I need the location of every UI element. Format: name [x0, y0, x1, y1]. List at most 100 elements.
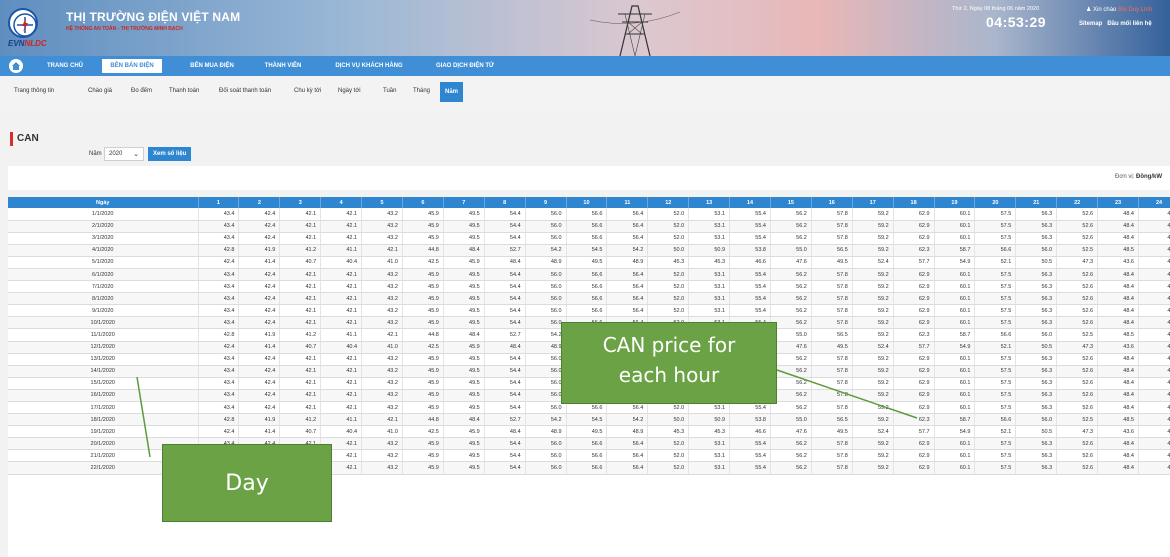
price-cell: 55.0: [770, 244, 812, 257]
nav-buyer[interactable]: BÊN MUA ĐIỆN: [180, 56, 244, 76]
price-cell: 54.2: [606, 413, 649, 427]
price-cell: 56.0: [525, 304, 567, 318]
price-cell: 43.4: [198, 304, 240, 318]
price-cell: 56.6: [566, 280, 608, 294]
price-cell: 56.2: [770, 220, 812, 233]
price-cell: 60.1: [934, 220, 976, 233]
price-cell: 56.5: [811, 413, 853, 427]
evn-logo[interactable]: [8, 8, 38, 38]
year-label: Năm: [89, 151, 102, 157]
price-cell: 45.9: [402, 377, 444, 390]
tab-month[interactable]: Tháng: [413, 88, 430, 94]
price-cell: 57.7: [893, 425, 935, 439]
price-cell: 59.2: [852, 304, 894, 318]
price-cell: 49.5: [566, 256, 608, 269]
contact-link[interactable]: Đầu mối liên hệ: [1107, 21, 1151, 27]
price-cell: 57.8: [811, 232, 853, 245]
price-cell: 45.3: [688, 425, 731, 439]
price-cell: 42.4: [238, 389, 281, 403]
tab-week[interactable]: Tuần: [383, 88, 396, 94]
price-cell: 43.4: [198, 353, 240, 366]
site-title: THỊ TRƯỜNG ĐIỆN VIỆT NAM: [66, 10, 241, 24]
price-cell: 50.9: [688, 244, 731, 257]
price-cell: 42.4: [198, 341, 240, 354]
price-cell: 45.9: [402, 268, 444, 282]
tab-payment[interactable]: Thanh toán: [169, 88, 199, 94]
table-row: 19/1/2020 42.4 41.4 40.7 40.4 41.0 42.5 45.9 48.…: [8, 425, 1170, 439]
price-cell: 42.4: [238, 292, 281, 306]
price-cell: 45.3: [647, 425, 690, 439]
sitemap-link[interactable]: Sitemap: [1079, 21, 1102, 27]
price-cell: 45.: [1138, 220, 1170, 233]
column-header-hour: 14: [729, 197, 771, 208]
nav-members[interactable]: THÀNH VIÊN: [252, 56, 314, 76]
nav-home[interactable]: TRANG CHỦ: [38, 56, 92, 76]
price-cell: 42.1: [279, 353, 322, 366]
price-cell: 57.8: [811, 268, 853, 282]
price-cell: 57.8: [811, 449, 853, 463]
price-cell: 54.9: [934, 341, 976, 354]
price-cell: 40.4: [320, 256, 363, 269]
price-cell: 45.9: [402, 232, 444, 245]
tab-bidding[interactable]: Chào giá: [88, 88, 112, 94]
price-cell: 57.5: [974, 401, 1017, 415]
price-cell: 44.8: [402, 328, 444, 342]
price-cell: 54.4: [484, 401, 526, 415]
price-cell: 56.6: [974, 413, 1017, 427]
price-cell: 52.4: [852, 256, 894, 269]
price-cell: 40.4: [320, 425, 363, 439]
date-cell: 4/1/2020: [8, 244, 199, 257]
price-cell: 45.: [1138, 377, 1170, 390]
price-cell: 42.1: [320, 268, 363, 282]
price-cell: 57.5: [974, 220, 1017, 233]
nav-seller[interactable]: BÊN BÁN ĐIỆN: [102, 59, 162, 73]
tab-metering[interactable]: Đo đếm: [131, 88, 152, 94]
price-cell: 57.5: [974, 353, 1017, 366]
price-cell: 45.9: [402, 316, 444, 330]
price-cell: 57.5: [974, 304, 1017, 318]
price-cell: 58.7: [934, 328, 976, 342]
price-cell: 59.2: [852, 353, 894, 366]
price-cell: 62.9: [893, 353, 935, 366]
price-cell: 56.6: [566, 461, 608, 475]
price-cell: 56.0: [525, 280, 567, 294]
price-cell: 41.0: [361, 341, 403, 354]
price-cell: 49.5: [811, 256, 853, 269]
tab-year[interactable]: Năm: [440, 82, 464, 102]
price-cell: 62.9: [893, 365, 935, 378]
column-header-hour: 1: [198, 197, 240, 208]
view-data-button[interactable]: Xem số liệu: [148, 147, 192, 161]
price-cell: 52.6: [1056, 377, 1099, 390]
price-cell: 48.4: [1097, 304, 1139, 318]
price-cell: 42.1: [279, 220, 322, 233]
tab-next-cycle[interactable]: Chu kỳ tới: [294, 88, 321, 94]
price-cell: 60.1: [934, 292, 976, 306]
column-header-hour: 18: [893, 197, 935, 208]
year-select[interactable]: 2020 ⌄: [104, 147, 144, 161]
site-subtitle: HỆ THỐNG AN TOÀN - THỊ TRƯỜNG MINH BẠCH: [66, 26, 183, 32]
user-name[interactable]: Bùi Duy Linh: [1118, 7, 1152, 13]
tab-next-day[interactable]: Ngày tới: [338, 88, 361, 94]
price-cell: 49.5: [443, 208, 485, 221]
price-cell: 56.3: [1015, 268, 1058, 282]
nav-customer-service[interactable]: DỊCH VỤ KHÁCH HÀNG: [324, 56, 414, 76]
column-header-hour: 12: [647, 197, 690, 208]
price-cell: 48.4: [1097, 449, 1139, 463]
price-cell: 41.4: [238, 256, 281, 269]
price-cell: 59.2: [852, 316, 894, 330]
price-cell: 60.1: [934, 316, 976, 330]
price-cell: 48.9: [525, 425, 567, 439]
price-cell: 60.1: [934, 437, 976, 451]
price-cell: 56.0: [525, 316, 567, 330]
price-cell: 48.4: [1097, 316, 1139, 330]
nav-e-trading[interactable]: GIAO DỊCH ĐIỆN TỬ: [424, 56, 506, 76]
table-header-row: Ngày 1 2 3 4 5 6 7 8 9 10 11 12 13 14 15 16 17 18 19 20 21 22 2…: [8, 197, 1170, 208]
price-cell: 43.2: [361, 449, 403, 463]
price-cell: 52.6: [1056, 461, 1099, 475]
home-button[interactable]: [9, 59, 23, 73]
tab-info[interactable]: Trang thông tin: [14, 88, 54, 94]
tab-payment-reconciliation[interactable]: Đối soát thanh toán: [219, 88, 271, 94]
price-cell: 42.5: [402, 341, 444, 354]
date-cell: 5/1/2020: [8, 256, 199, 269]
price-cell: 52.5: [1056, 328, 1099, 342]
